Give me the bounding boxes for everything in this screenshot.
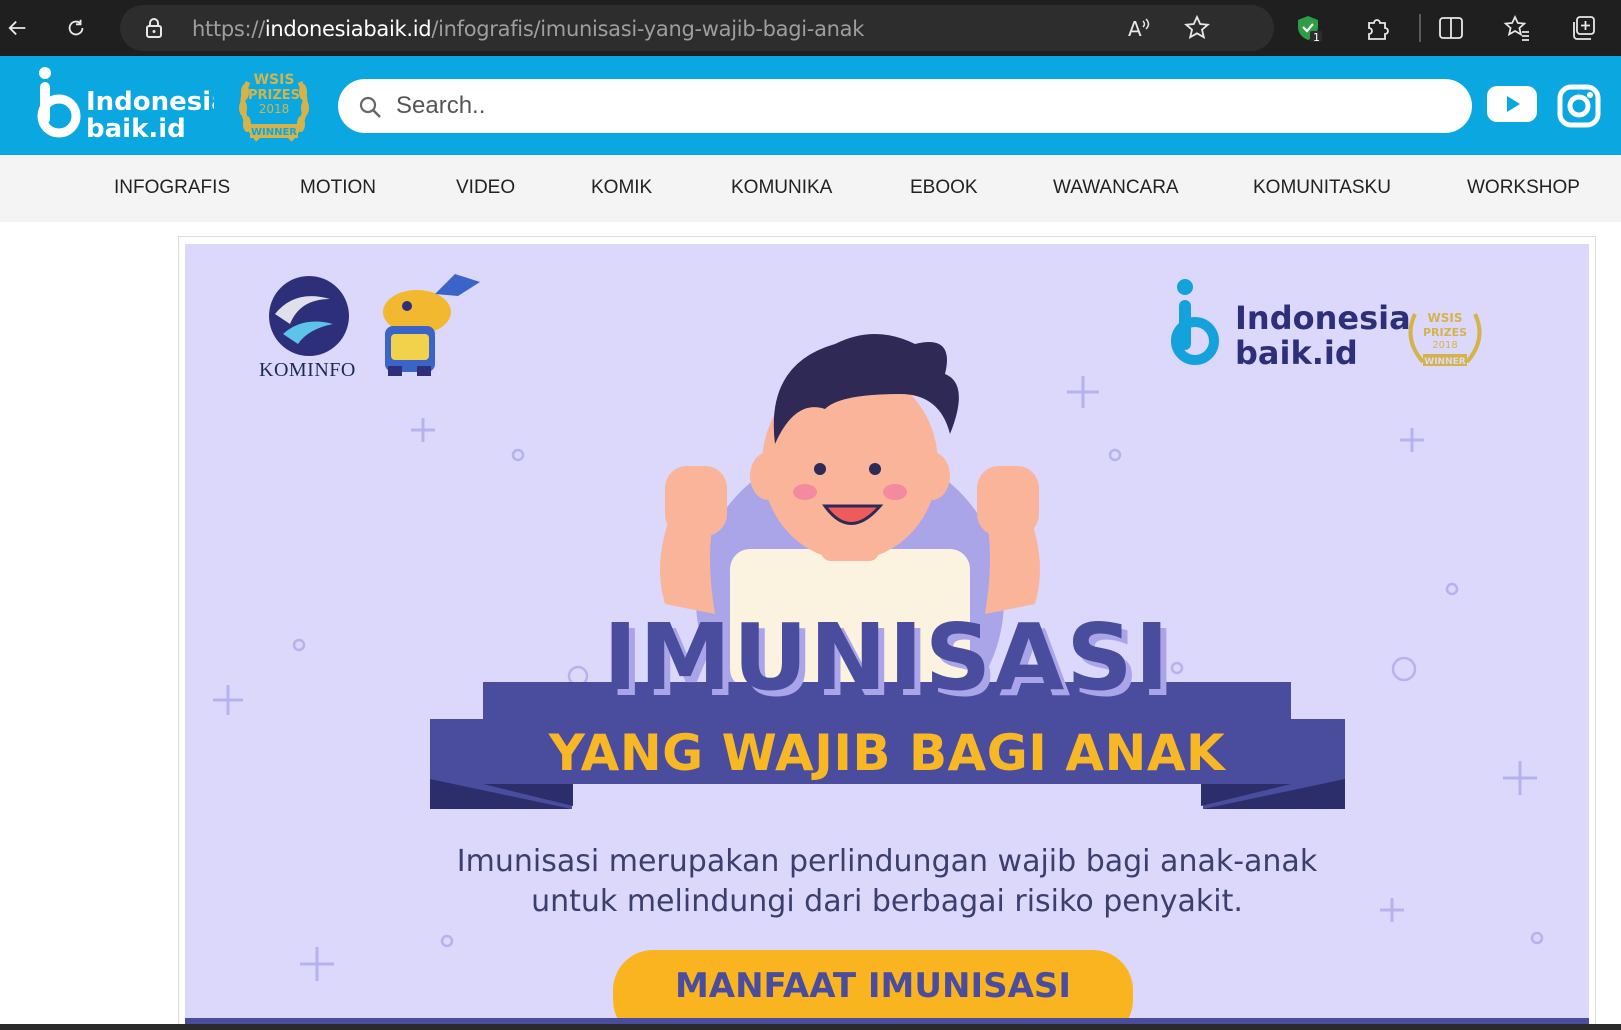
search-box[interactable] (338, 79, 1472, 133)
poster-award-line1: WSIS (1428, 311, 1463, 325)
collections-icon[interactable] (1569, 14, 1597, 42)
logo-line2: baik.id (86, 114, 186, 144)
refresh-icon[interactable] (58, 10, 94, 46)
desc-line-1: Imunisasi merupakan perlindungan wajib b… (456, 844, 1318, 879)
poster-award-line2: PRIZES (1423, 326, 1467, 339)
read-aloud-icon[interactable]: A (1126, 15, 1152, 41)
tv-digital-mascot-icon (383, 274, 480, 376)
award-winner: WINNER (251, 127, 297, 138)
url-path: /infografis/imunisasi-yang-wajib-bagi-an… (431, 17, 865, 41)
nav-item-komunika[interactable]: KOMUNIKA (731, 177, 832, 199)
indonesiabaik-logo[interactable]: Indonesia baik.id (34, 64, 214, 144)
nav-item-workshop[interactable]: WORKSHOP (1467, 177, 1580, 199)
instagram-icon[interactable] (1557, 84, 1601, 128)
manfaat-label: MANFAAT IMUNISASI (674, 966, 1072, 1006)
nav-item-komunitasku[interactable]: KOMUNITASKU (1253, 177, 1391, 199)
poster-title: IMUNISASI (603, 604, 1171, 711)
category-nav: INFOGRAFIS MOTION VIDEO KOMIK KOMUNIKA E… (0, 155, 1621, 222)
youtube-icon[interactable] (1487, 86, 1537, 122)
url-scheme: https:// (192, 17, 265, 41)
back-icon[interactable] (0, 10, 36, 46)
logo-line1: Indonesia (86, 87, 214, 117)
nav-item-video[interactable]: VIDEO (456, 177, 515, 199)
poster-logo-line1: Indonesia (1235, 299, 1411, 337)
extension-badge: 1 (1313, 31, 1320, 42)
svg-text:A: A (1128, 17, 1142, 41)
nav-item-ebook[interactable]: EBOOK (910, 177, 978, 199)
award-line1: WSIS (254, 72, 295, 88)
favorites-icon[interactable] (1503, 14, 1531, 42)
award-line2: PRIZES (248, 88, 300, 103)
nav-item-wawancara[interactable]: WAWANCARA (1053, 177, 1179, 199)
address-bar[interactable]: https://indonesiabaik.id/infografis/imun… (120, 5, 1274, 51)
poster-award-badge: WSIS PRIZES 2018 WINNER (1408, 311, 1482, 367)
url-host: indonesiabaik.id (264, 17, 432, 41)
poster-description: Imunisasi merupakan perlindungan wajib b… (185, 842, 1589, 922)
search-icon[interactable] (358, 95, 382, 119)
wsis-award-badge: WSIS PRIZES 2018 WINNER (239, 72, 309, 142)
browser-toolbar: https://indonesiabaik.id/infografis/imun… (0, 0, 1621, 56)
desc-line-2: untuk melindungi dari berbagai risiko pe… (531, 884, 1243, 919)
lock-icon[interactable] (144, 17, 164, 39)
poster-indonesiabaik-logo (1171, 279, 1219, 365)
scroll-edge (0, 1024, 1621, 1030)
extensions-icon[interactable] (1363, 14, 1391, 42)
search-input[interactable] (396, 85, 1446, 127)
split-screen-icon[interactable] (1437, 14, 1465, 42)
site-header: Indonesia baik.id WSIS PRIZES 2018 WINNE… (0, 56, 1621, 155)
infographic-poster: WSIS PRIZES 2018 WINNER Indonesia baik.i… (185, 244, 1589, 1030)
shield-extension-icon[interactable]: 1 (1294, 14, 1322, 44)
poster-award-winner: WINNER (1424, 357, 1465, 367)
url-text[interactable]: https://indonesiabaik.id/infografis/imun… (192, 17, 864, 41)
nav-item-motion[interactable]: MOTION (300, 177, 376, 199)
nav-item-infografis[interactable]: INFOGRAFIS (114, 177, 230, 199)
poster-subtitle: YANG WAJIB BAGI ANAK (548, 724, 1226, 782)
favorite-star-icon[interactable] (1184, 14, 1210, 41)
poster-award-year: 2018 (1432, 340, 1457, 351)
nav-item-komik[interactable]: KOMIK (591, 177, 652, 199)
toolbar-divider (1419, 14, 1421, 42)
poster-logo-line2: baik.id (1235, 334, 1358, 372)
kominfo-label: KOMINFO (259, 359, 356, 381)
award-year: 2018 (259, 102, 290, 116)
kominfo-logo (269, 276, 349, 356)
